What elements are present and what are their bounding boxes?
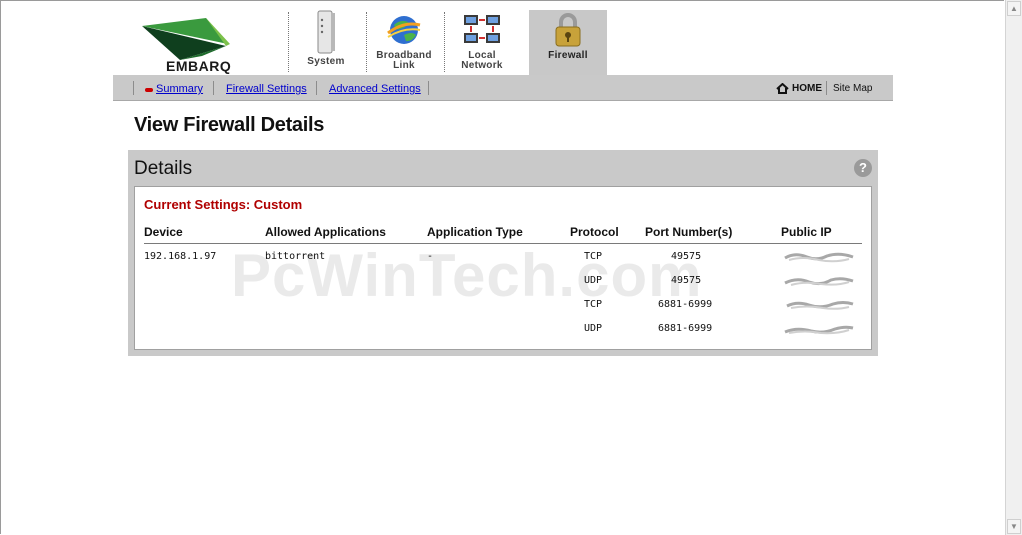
subnav-advanced-settings-link[interactable]: Advanced Settings <box>329 83 421 95</box>
column-header-ports: Port Number(s) <box>645 225 733 239</box>
globe-icon <box>387 16 421 44</box>
subnav-firewall-settings-link[interactable]: Firewall Settings <box>226 83 307 95</box>
table-row-ports: 49575 <box>671 275 702 286</box>
tab-system[interactable]: System <box>288 10 364 75</box>
tab-label-2: Link <box>393 60 415 71</box>
redacted-ip-icon <box>784 252 854 263</box>
tab-label-2: Network <box>461 60 503 71</box>
subnav-bar: Summary Firewall Settings Advanced Setti… <box>113 75 893 101</box>
redacted-ip-icon <box>786 301 854 310</box>
subnav-summary-link[interactable]: Summary <box>156 83 203 95</box>
allowed-application: bittorrent <box>265 251 326 262</box>
home-icon <box>776 83 789 94</box>
scroll-down-arrow-icon[interactable]: ▼ <box>1007 519 1021 534</box>
tab-label: Firewall <box>548 50 588 61</box>
current-settings: Current Settings: Custom <box>144 197 303 212</box>
details-panel: Details ? PcWinTech.com Current Settings… <box>128 150 878 356</box>
table-row-protocol: UDP <box>584 275 603 286</box>
scroll-up-arrow-icon[interactable]: ▲ <box>1007 1 1021 16</box>
active-bullet-icon <box>145 88 153 92</box>
network-icon <box>464 15 500 43</box>
page-title: View Firewall Details <box>134 114 325 136</box>
brand-name: EMBARQ <box>166 58 232 74</box>
help-icon[interactable]: ? <box>854 159 872 177</box>
column-header-device: Device <box>144 225 183 239</box>
table-row-ports: 49575 <box>671 251 702 262</box>
modem-icon <box>317 10 335 54</box>
column-header-applications: Allowed Applications <box>265 225 386 239</box>
home-link[interactable]: HOME <box>792 83 822 94</box>
column-header-protocol: Protocol <box>570 225 619 239</box>
column-header-public-ip: Public IP <box>781 225 832 239</box>
application-type: - <box>427 251 434 262</box>
padlock-icon <box>555 13 581 47</box>
site-map-link[interactable]: Site Map <box>833 83 872 94</box>
redacted-ip-icon <box>784 277 854 286</box>
firewall-details-box: PcWinTech.com Current Settings: Custom D… <box>134 186 872 350</box>
table-row-protocol: TCP <box>584 251 603 262</box>
table-row-ports: 6881-6999 <box>658 299 713 310</box>
panel-title: Details <box>134 158 193 179</box>
header-divider <box>144 243 862 244</box>
table-row-protocol: TCP <box>584 299 603 310</box>
column-header-app-type: Application Type <box>427 225 523 239</box>
redacted-ip-icon <box>784 325 854 335</box>
table-row-protocol: UDP <box>584 323 603 334</box>
tab-firewall[interactable]: Firewall <box>529 10 607 75</box>
table-row-ports: 6881-6999 <box>658 323 713 334</box>
tab-label: System <box>307 56 345 67</box>
tab-broadband-link[interactable]: Broadband Link <box>366 10 442 75</box>
tab-local-network[interactable]: Local Network <box>444 10 520 75</box>
device-ip: 192.168.1.97 <box>144 251 217 262</box>
vertical-scrollbar[interactable]: ▲ ▼ <box>1005 0 1022 535</box>
